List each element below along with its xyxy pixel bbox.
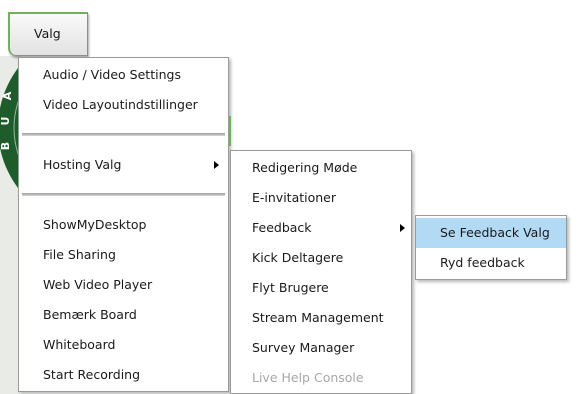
menu-item-stream-management[interactable]: Stream Management [231, 303, 411, 333]
menu-item-label: Hosting Valg [43, 157, 122, 172]
menu-item-whiteboard[interactable]: Whiteboard [19, 330, 228, 360]
menu-item-label: Ryd feedback [440, 255, 525, 270]
submenu-arrow-icon [400, 224, 405, 232]
menu-item-label: Video Layoutindstillinger [43, 97, 198, 112]
menu-item-label: Live Help Console [252, 370, 364, 385]
menu-item-label: Redigering Møde [252, 160, 358, 175]
menu-item-kick-deltagere[interactable]: Kick Deltagere [231, 243, 411, 273]
menu-item-video-layout-settings[interactable]: Video Layoutindstillinger [19, 90, 228, 120]
logo-letter: U [0, 117, 12, 126]
menu-item-ryd-feedback[interactable]: Ryd feedback [416, 248, 566, 278]
menu-item-se-feedback-valg[interactable]: Se Feedback Valg [416, 218, 566, 248]
menu-item-label: Feedback [252, 220, 312, 235]
menu-separator [19, 180, 228, 210]
separator-line [22, 193, 225, 196]
hosting-valg-submenu: Redigering Møde E-invitationer Feedback … [230, 150, 412, 394]
valg-dropdown-menu: Audio / Video Settings Video Layoutindst… [18, 57, 229, 392]
logo: A U B [0, 68, 18, 188]
valg-menu-button[interactable]: Valg [8, 12, 88, 56]
menu-item-show-my-desktop[interactable]: ShowMyDesktop [19, 210, 228, 240]
menu-item-audio-video-settings[interactable]: Audio / Video Settings [19, 60, 228, 90]
menu-item-label: Whiteboard [43, 337, 116, 352]
menu-item-file-sharing[interactable]: File Sharing [19, 240, 228, 270]
menu-item-label: Audio / Video Settings [43, 67, 181, 82]
separator-line [22, 133, 225, 136]
menu-item-web-video-player[interactable]: Web Video Player [19, 270, 228, 300]
menu-item-label: Bemærk Board [43, 307, 137, 322]
menu-item-label: Se Feedback Valg [440, 225, 550, 240]
menu-item-label: Start Recording [43, 367, 141, 382]
menu-separator [19, 120, 228, 150]
menu-item-flyt-brugere[interactable]: Flyt Brugere [231, 273, 411, 303]
menu-item-label: E-invitationer [252, 190, 337, 205]
menu-item-label: Stream Management [252, 310, 384, 325]
menu-item-label: Survey Manager [252, 340, 355, 355]
feedback-submenu: Se Feedback Valg Ryd feedback [415, 215, 567, 280]
menu-item-label: File Sharing [43, 247, 116, 262]
background-panel-edge [229, 116, 231, 146]
menu-item-redigering-mode[interactable]: Redigering Møde [231, 153, 411, 183]
menu-item-survey-manager[interactable]: Survey Manager [231, 333, 411, 363]
logo-ring [0, 68, 18, 188]
logo-letter: B [0, 142, 12, 150]
menu-item-feedback[interactable]: Feedback [231, 213, 411, 243]
menu-item-label: Web Video Player [43, 277, 153, 292]
submenu-arrow-icon [214, 161, 219, 169]
logo-letter: A [1, 91, 14, 100]
valg-menu-button-label: Valg [34, 26, 61, 41]
menu-item-label: Kick Deltagere [252, 250, 344, 265]
menu-item-start-recording[interactable]: Start Recording [19, 360, 228, 390]
menu-item-e-invitationer[interactable]: E-invitationer [231, 183, 411, 213]
menu-item-label: Flyt Brugere [252, 280, 329, 295]
menu-item-label: ShowMyDesktop [43, 217, 147, 232]
menu-item-bemaerk-board[interactable]: Bemærk Board [19, 300, 228, 330]
menu-item-live-help-console: Live Help Console [231, 363, 411, 393]
menu-item-hosting-valg[interactable]: Hosting Valg [19, 150, 228, 180]
